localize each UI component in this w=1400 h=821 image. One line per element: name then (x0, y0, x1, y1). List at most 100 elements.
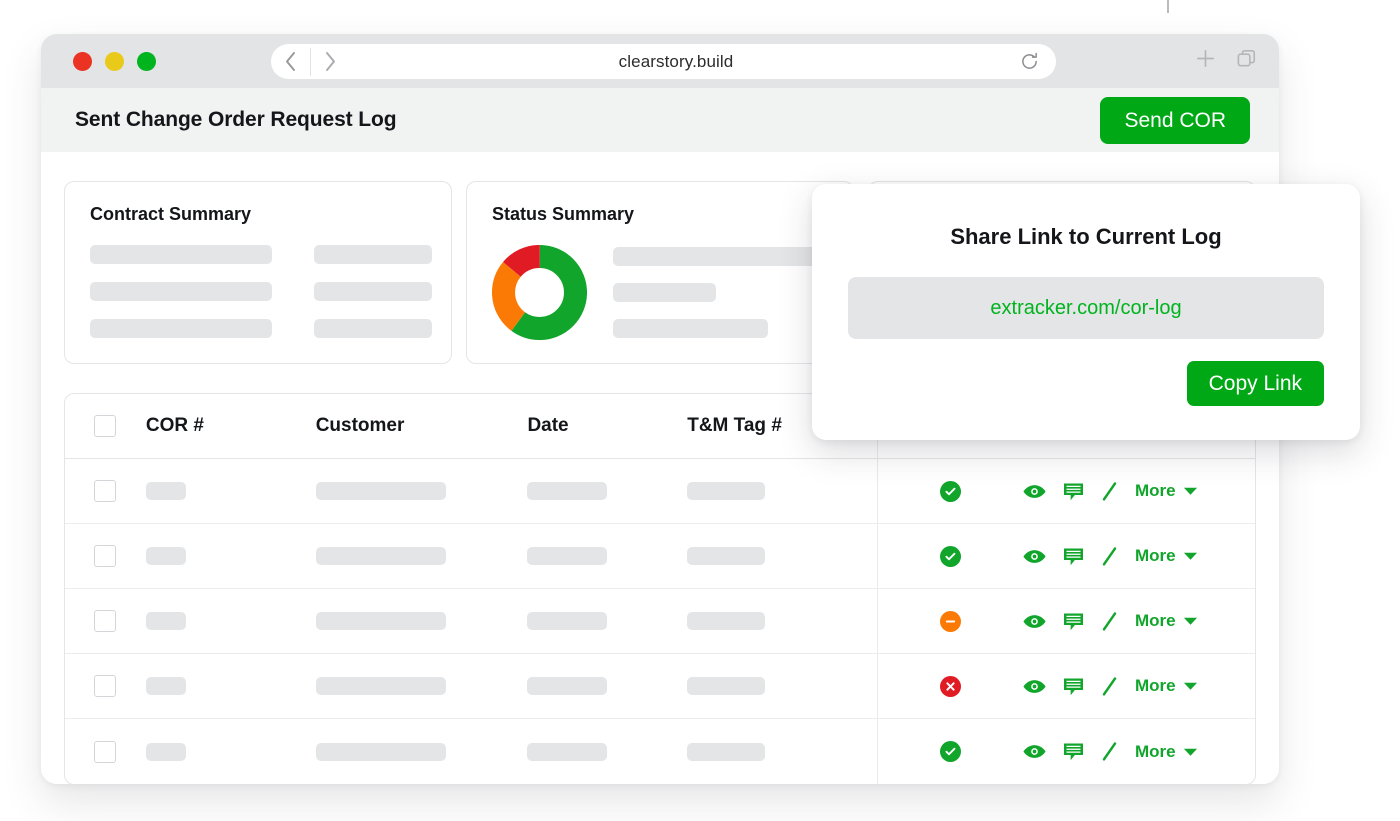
skeleton-bar (90, 319, 272, 338)
cell-status (878, 675, 1023, 697)
status-summary-card: Status Summary (466, 181, 854, 364)
cell-actions: More (1023, 676, 1255, 696)
cell-tm-tag (687, 482, 877, 500)
eye-icon[interactable] (1023, 549, 1046, 564)
more-label: More (1135, 481, 1176, 500)
more-label: More (1135, 741, 1176, 761)
skeleton-bar (315, 547, 446, 565)
pencil-icon[interactable] (1101, 676, 1118, 696)
eye-icon[interactable] (1023, 679, 1046, 694)
column-header-cor[interactable]: COR # (146, 415, 316, 437)
table-row[interactable]: More (65, 524, 1255, 589)
table-row[interactable]: More (65, 719, 1255, 784)
row-checkbox[interactable] (94, 545, 117, 567)
pencil-icon[interactable] (1101, 546, 1118, 566)
more-dropdown[interactable]: More (1135, 546, 1198, 566)
row-select-cell (65, 610, 146, 632)
row-checkbox[interactable] (94, 480, 117, 502)
forward-button[interactable] (311, 44, 350, 79)
chrome-right-controls (1195, 34, 1257, 88)
row-data-group (65, 459, 878, 523)
comment-icon[interactable] (1063, 742, 1084, 761)
row-status-actions-group: More (878, 459, 1255, 523)
cell-status (878, 610, 1023, 632)
row-status-actions-group: More (878, 654, 1255, 718)
plus-icon[interactable] (1195, 48, 1216, 74)
column-header-customer[interactable]: Customer (316, 415, 528, 437)
cell-date (527, 612, 687, 630)
pencil-icon[interactable] (1101, 481, 1118, 501)
close-window-button[interactable] (73, 51, 92, 71)
more-label: More (1135, 676, 1176, 695)
cell-customer (315, 547, 528, 565)
skeleton-bar (315, 677, 446, 695)
cell-cor (145, 612, 316, 630)
skeleton-bar (527, 482, 608, 500)
cell-actions: More (1023, 611, 1255, 631)
cell-actions: More (1023, 546, 1255, 566)
skeleton-bar (527, 547, 608, 565)
chevron-down-icon (1183, 481, 1198, 501)
pencil-icon[interactable] (1101, 742, 1118, 761)
row-checkbox[interactable] (94, 610, 117, 632)
skeleton-bar (145, 677, 186, 695)
column-header-date[interactable]: Date (527, 415, 687, 437)
eye-icon[interactable] (1023, 744, 1046, 759)
more-dropdown[interactable]: More (1135, 481, 1198, 501)
browser-chrome: clearstory.build (41, 34, 1279, 88)
skeleton-bar (145, 742, 186, 761)
table-row[interactable]: More (65, 654, 1255, 719)
tabs-icon[interactable] (1236, 48, 1257, 74)
skeleton-bar (315, 742, 446, 761)
eye-icon[interactable] (1023, 614, 1046, 629)
cell-status (878, 545, 1023, 567)
skeleton-bar (315, 482, 446, 500)
row-status-actions-group: More (878, 524, 1255, 588)
comment-icon[interactable] (1063, 612, 1084, 631)
check-circle-icon (940, 480, 961, 502)
cell-tm-tag (687, 612, 877, 630)
share-link-field[interactable]: extracker.com/cor-log (848, 277, 1324, 339)
table-row[interactable]: More (65, 589, 1255, 654)
table-row[interactable]: More (65, 459, 1255, 524)
comment-icon[interactable] (1063, 547, 1084, 566)
eye-icon[interactable] (1023, 484, 1046, 499)
comment-icon[interactable] (1063, 482, 1084, 501)
minimize-window-button[interactable] (105, 51, 124, 71)
row-checkbox[interactable] (94, 675, 117, 697)
address-bar[interactable]: clearstory.build (271, 44, 1056, 79)
cell-cor (145, 482, 316, 500)
more-dropdown[interactable]: More (1135, 742, 1198, 762)
comment-icon[interactable] (1063, 677, 1084, 696)
skeleton-bar (90, 282, 272, 301)
send-cor-button[interactable]: Send COR (1100, 97, 1250, 144)
skeleton-bar (90, 245, 272, 264)
chevron-down-icon (1183, 546, 1198, 566)
pencil-icon[interactable] (1101, 611, 1118, 631)
more-dropdown[interactable]: More (1135, 676, 1198, 696)
select-all-cell (65, 415, 146, 437)
row-status-actions-group: More (878, 589, 1255, 653)
skeleton-bar (687, 677, 766, 695)
contract-summary-title: Contract Summary (90, 204, 252, 224)
copy-link-button[interactable]: Copy Link (1186, 361, 1324, 406)
row-checkbox[interactable] (94, 740, 117, 763)
back-button[interactable] (271, 44, 310, 79)
skeleton-bar (314, 282, 432, 301)
skeleton-bar (314, 319, 432, 338)
skeleton-bar (527, 612, 608, 630)
more-dropdown[interactable]: More (1135, 611, 1198, 631)
url-text[interactable]: clearstory.build (350, 52, 1002, 72)
row-select-cell (65, 675, 146, 697)
page-title: Sent Change Order Request Log (75, 108, 397, 131)
row-data-group (65, 524, 878, 588)
select-all-checkbox[interactable] (94, 415, 117, 437)
reload-icon[interactable] (1002, 52, 1056, 71)
skeleton-bar (613, 319, 768, 338)
x-circle-icon (940, 675, 961, 697)
more-label: More (1135, 546, 1176, 565)
maximize-window-button[interactable] (137, 51, 156, 71)
cell-status (878, 741, 1023, 762)
skeleton-bar (145, 482, 186, 500)
skeleton-bar (687, 547, 766, 565)
